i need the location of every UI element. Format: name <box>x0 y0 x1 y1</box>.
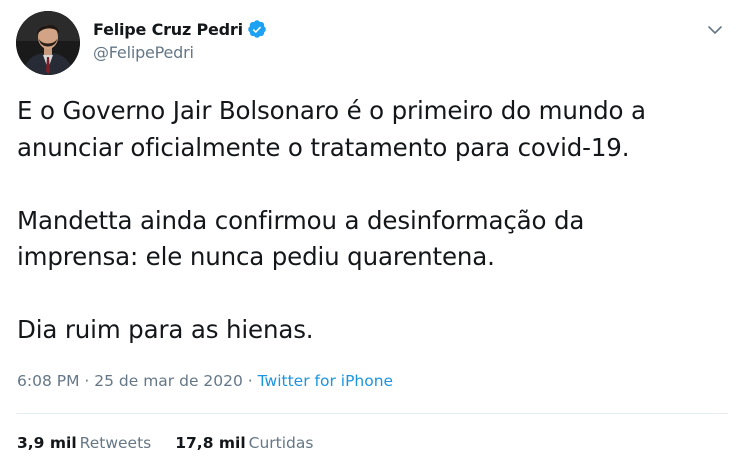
likes-stat[interactable]: 17,8 mil Curtidas <box>175 434 313 452</box>
tweet-time[interactable]: 6:08 PM <box>17 372 79 390</box>
retweets-stat[interactable]: 3,9 mil Retweets <box>17 434 151 452</box>
avatar-photo <box>16 11 80 75</box>
tweet-card: Felipe Cruz Pedri @FelipePedri E o Gover… <box>0 0 740 471</box>
chevron-down-icon[interactable] <box>706 21 724 39</box>
tweet-date[interactable]: 25 de mar de 2020 <box>94 372 243 390</box>
tweet-meta: 6:08 PM · 25 de mar de 2020 · Twitter fo… <box>17 372 393 390</box>
likes-label: Curtidas <box>248 434 314 452</box>
display-name[interactable]: Felipe Cruz Pedri <box>93 20 243 39</box>
tweet-header: Felipe Cruz Pedri @FelipePedri <box>16 11 728 75</box>
likes-count: 17,8 mil <box>175 434 246 452</box>
divider <box>16 413 728 414</box>
display-name-row: Felipe Cruz Pedri <box>93 17 267 41</box>
user-handle[interactable]: @FelipePedri <box>93 43 267 62</box>
meta-separator: · <box>242 372 258 390</box>
tweet-text: E o Governo Jair Bolsonaro é o primeiro … <box>17 96 646 344</box>
meta-separator: · <box>79 372 95 390</box>
avatar[interactable] <box>16 11 80 75</box>
retweets-count: 3,9 mil <box>17 434 77 452</box>
tweet-source-link[interactable]: Twitter for iPhone <box>258 372 393 390</box>
retweets-label: Retweets <box>79 434 152 452</box>
user-meta: Felipe Cruz Pedri @FelipePedri <box>93 17 267 62</box>
verified-badge-icon <box>247 19 267 39</box>
tweet-stats: 3,9 mil Retweets 17,8 mil Curtidas <box>17 434 313 452</box>
